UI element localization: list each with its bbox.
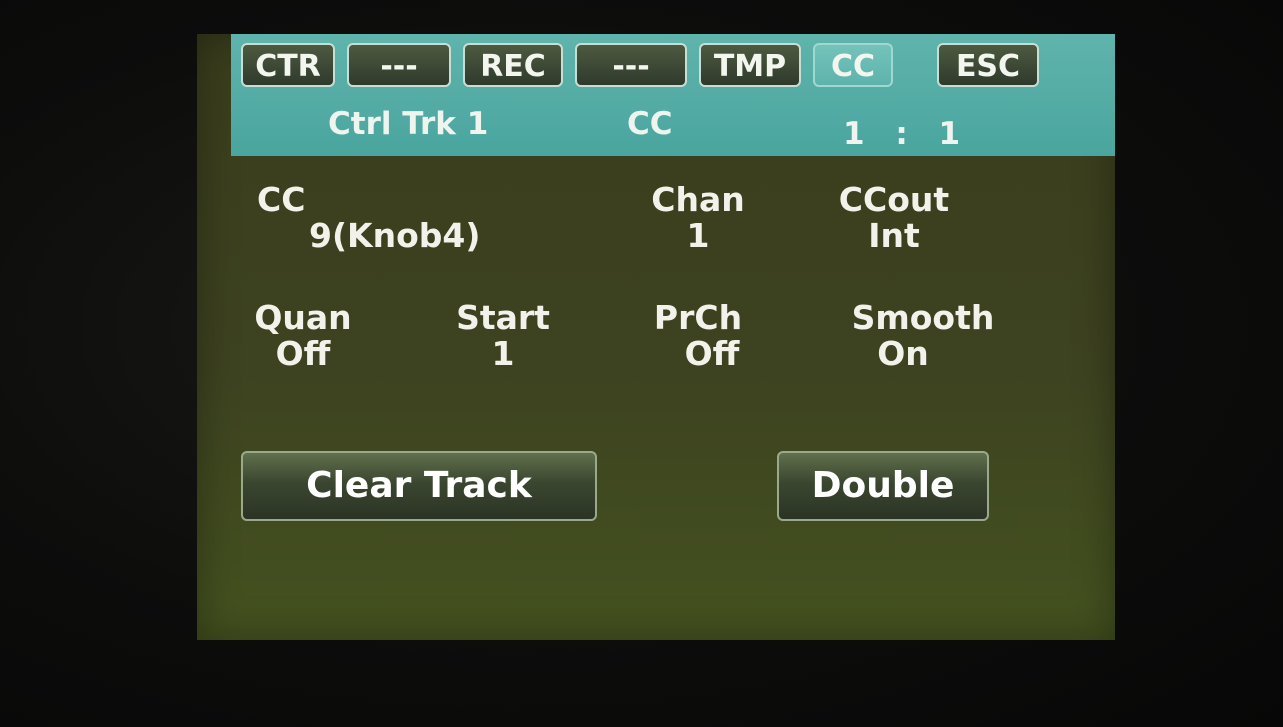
tab-esc[interactable]: ESC [937,43,1039,87]
tab-empty-1[interactable]: --- [347,43,451,87]
double-button[interactable]: Double [777,451,989,521]
param-smooth-value: On [877,334,929,373]
param-prch-value: Off [684,334,740,373]
param-chan-label: Chan [651,180,745,219]
param-chan-value: 1 [686,216,710,255]
param-start-value: 1 [491,334,515,373]
param-prch-label: PrCh [653,298,743,337]
tab-ctr[interactable]: CTR [241,43,335,87]
param-start-label: Start [456,298,550,337]
param-quan-value: Off [275,334,331,373]
page-title: CC [627,106,673,142]
param-smooth[interactable]: Smooth On [833,300,1013,372]
lcd-screen: CTR --- REC --- TMP CC ESC Ctrl Trk 1 CC… [197,34,1115,640]
param-smooth-label: Smooth [851,298,995,337]
param-quan[interactable]: Quan Off [249,300,357,372]
tab-empty-2[interactable]: --- [575,43,687,87]
tab-tmp[interactable]: TMP [699,43,801,87]
param-prch[interactable]: PrCh Off [643,300,753,372]
param-chan[interactable]: Chan 1 [643,182,753,254]
param-ccout-value: Int [868,216,920,255]
param-ccout[interactable]: CCout Int [829,182,959,254]
param-ccout-label: CCout [838,180,950,219]
tab-rec[interactable]: REC [463,43,563,87]
param-cc[interactable]: CC 9(Knob4) [257,182,480,254]
param-cc-label: CC [257,180,306,219]
param-start[interactable]: Start 1 [445,300,561,372]
clear-track-button[interactable]: Clear Track [241,451,597,521]
header-bar: CTR --- REC --- TMP CC ESC Ctrl Trk 1 CC… [231,34,1115,156]
param-cc-value: 9(Knob4) [309,216,481,255]
tab-cc[interactable]: CC [813,43,893,87]
param-quan-label: Quan [254,298,352,337]
track-title: Ctrl Trk 1 [328,106,489,142]
position-readout: 1 : 1 [843,116,971,152]
